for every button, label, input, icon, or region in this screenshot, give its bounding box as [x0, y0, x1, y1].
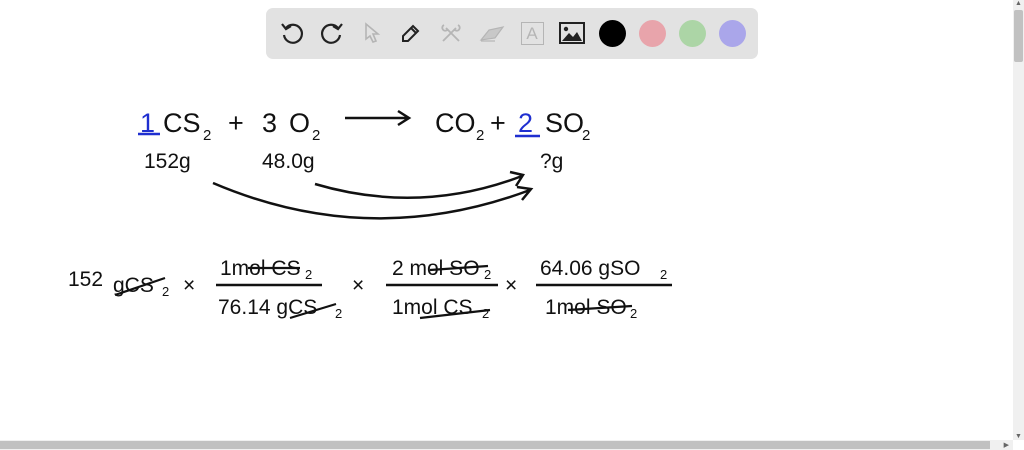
scroll-down-icon[interactable]: ▼ [1015, 433, 1022, 440]
subscript: 2 [482, 306, 489, 321]
horizontal-scrollbar[interactable]: ▶ [0, 440, 1013, 450]
coefficient-o2: 3 [262, 108, 277, 138]
formula-so2: SO [545, 108, 584, 138]
subscript: 2 [203, 127, 211, 144]
subscript: 2 [582, 127, 590, 144]
subscript: 2 [305, 267, 312, 282]
fraction3-numerator: 64.06 gSO [540, 257, 640, 280]
mass-o2: 48.0g [262, 150, 315, 173]
mass-cs2: 152g [144, 150, 191, 173]
subscript: 2 [484, 267, 491, 282]
times-sign: × [352, 274, 364, 297]
formula-co2: CO [435, 108, 476, 138]
subscript: 2 [476, 127, 484, 144]
horizontal-scroll-thumb[interactable] [0, 441, 990, 449]
subscript: 2 [630, 306, 637, 321]
subscript: 2 [162, 284, 169, 299]
plus-sign: + [228, 108, 244, 138]
vertical-scrollbar[interactable]: ▲ ▼ [1013, 0, 1024, 440]
subscript: 2 [660, 267, 667, 282]
calc-start-value: 152 [68, 268, 103, 291]
times-sign: × [505, 274, 517, 297]
plus-sign: + [490, 108, 506, 138]
curved-arrow-o2 [314, 170, 526, 199]
reaction-arrow [345, 109, 412, 127]
formula-o2: O [289, 108, 310, 138]
subscript: 2 [335, 306, 342, 321]
times-sign: × [183, 274, 195, 297]
mass-so2-unknown: ?g [540, 150, 563, 173]
coefficient-so2: 2 [518, 108, 533, 138]
formula-cs2: CS [163, 108, 201, 138]
scroll-right-icon[interactable]: ▶ [1004, 441, 1009, 449]
subscript: 2 [312, 127, 320, 144]
whiteboard-canvas[interactable]: 1 CS 2 + 3 O 2 CO 2 + 2 SO 2 152g 48.0g … [0, 0, 1013, 440]
vertical-scroll-thumb[interactable] [1014, 10, 1023, 62]
scroll-up-icon[interactable]: ▲ [1015, 0, 1022, 7]
fraction1-denominator: 76.14 gCS [218, 296, 317, 319]
